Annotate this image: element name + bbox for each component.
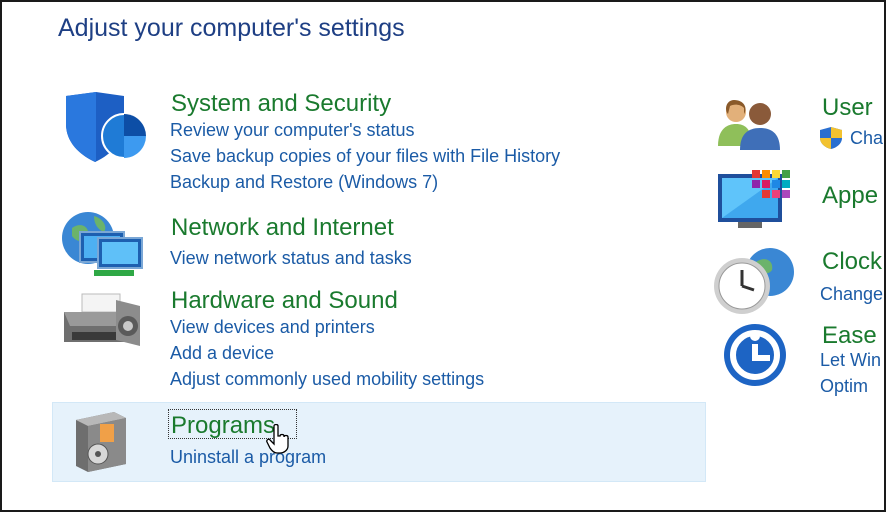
clock-region-link[interactable]: Clock bbox=[822, 248, 882, 276]
programs-icon[interactable] bbox=[70, 410, 162, 496]
ease-of-access-icon[interactable] bbox=[712, 322, 798, 388]
appearance-link[interactable]: Appe bbox=[822, 182, 878, 210]
network-status-link[interactable]: View network status and tasks bbox=[170, 248, 412, 269]
page-title: Adjust your computer's settings bbox=[58, 14, 405, 42]
hand-cursor-icon bbox=[266, 423, 292, 454]
backup-restore-link[interactable]: Backup and Restore (Windows 7) bbox=[170, 172, 438, 193]
users-icon[interactable] bbox=[716, 96, 782, 152]
file-history-link[interactable]: Save backup copies of your files with Fi… bbox=[170, 146, 560, 167]
network-icon[interactable] bbox=[58, 208, 150, 294]
user-accounts-change-link[interactable]: Cha bbox=[850, 128, 883, 149]
shield-icon[interactable] bbox=[58, 90, 150, 176]
hardware-and-sound-link[interactable]: Hardware and Sound bbox=[171, 287, 398, 315]
network-and-internet-link[interactable]: Network and Internet bbox=[171, 214, 394, 242]
printer-icon[interactable] bbox=[60, 292, 152, 378]
ease-let-windows-link[interactable]: Let Win bbox=[820, 350, 881, 371]
devices-printers-link[interactable]: View devices and printers bbox=[170, 317, 375, 338]
system-and-security-link[interactable]: System and Security bbox=[171, 90, 391, 118]
add-device-link[interactable]: Add a device bbox=[170, 343, 274, 364]
ease-optimize-link[interactable]: Optim bbox=[820, 376, 868, 397]
clock-change-link[interactable]: Change bbox=[820, 284, 883, 305]
uac-shield-icon bbox=[818, 126, 844, 150]
mobility-settings-link[interactable]: Adjust commonly used mobility settings bbox=[170, 369, 484, 390]
appearance-icon[interactable] bbox=[716, 168, 800, 232]
ease-of-access-link[interactable]: Ease bbox=[822, 322, 877, 350]
clock-icon[interactable] bbox=[710, 246, 800, 316]
uninstall-program-link[interactable]: Uninstall a program bbox=[170, 447, 326, 468]
user-accounts-link[interactable]: User bbox=[822, 94, 873, 122]
review-status-link[interactable]: Review your computer's status bbox=[170, 120, 415, 141]
control-panel-window: Adjust your computer's settings System a… bbox=[0, 0, 886, 512]
